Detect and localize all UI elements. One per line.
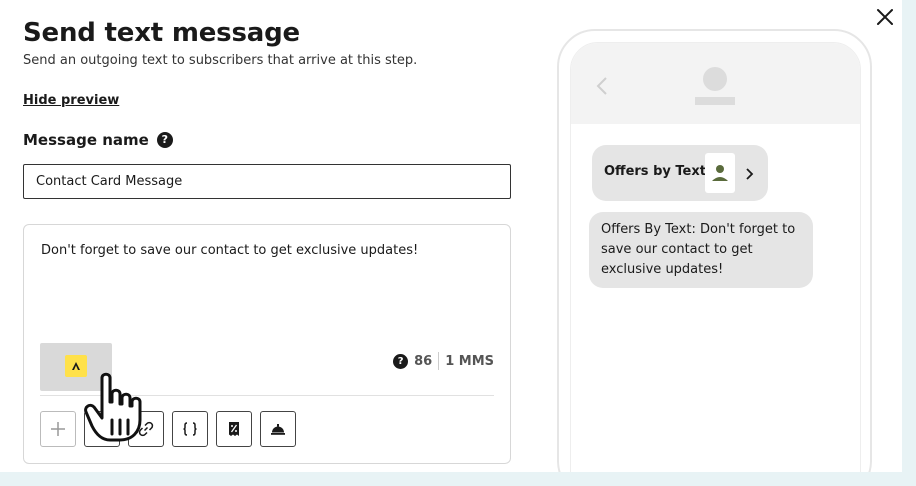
editor-toolbar [40, 411, 296, 447]
contact-card-name: Offers by Text [604, 164, 706, 179]
close-icon[interactable] [874, 6, 896, 28]
phone-header [571, 43, 860, 124]
page-subtitle: Send an outgoing text to subscribers tha… [23, 53, 418, 68]
phone-preview: Offers by Text Offers By Text: Don't for… [557, 29, 872, 472]
question-circle-icon[interactable]: ? [156, 132, 173, 148]
contact-avatar-icon [695, 67, 735, 105]
message-bubble: Offers By Text: Don't forget to save our… [589, 212, 813, 288]
add-button[interactable] [40, 411, 76, 447]
chevron-left-icon [596, 77, 607, 95]
chevron-right-icon [746, 168, 754, 180]
message-type: 1 MMS [445, 353, 494, 369]
curly-braces-icon [183, 422, 197, 436]
page-title: Send text message [23, 18, 300, 48]
contact-card[interactable]: Offers by Text [592, 145, 768, 201]
message-editor[interactable]: Don't forget to save our contact to get … [23, 224, 511, 464]
contact-card-avatar [705, 153, 735, 193]
phone-screen: Offers by Text Offers By Text: Don't for… [570, 42, 861, 472]
contact-card-logo-icon [65, 355, 87, 377]
link-button[interactable] [128, 411, 164, 447]
character-counter: ? 86 1 MMS [393, 352, 494, 370]
variables-button[interactable] [172, 411, 208, 447]
discount-tag-icon [229, 422, 239, 436]
toolbar-divider [40, 395, 494, 396]
concierge-button[interactable] [260, 411, 296, 447]
hide-preview-link[interactable]: Hide preview [23, 93, 119, 108]
concierge-bell-icon [271, 424, 285, 435]
emoji-icon [94, 421, 110, 437]
attachment-thumbnail[interactable] [40, 343, 112, 391]
link-icon [138, 421, 154, 437]
person-icon [712, 165, 728, 181]
emoji-button[interactable] [84, 411, 120, 447]
send-text-message-panel: Send text message Send an outgoing text … [0, 0, 902, 472]
message-body-text[interactable]: Don't forget to save our contact to get … [41, 243, 418, 258]
counter-divider [438, 352, 440, 370]
discount-button[interactable] [216, 411, 252, 447]
character-count: 86 [414, 353, 433, 369]
plus-icon [51, 422, 65, 436]
message-name-label: Message name [23, 131, 149, 149]
message-name-input[interactable] [23, 164, 511, 199]
message-name-label-row: Message name ? [23, 130, 173, 150]
question-circle-icon[interactable]: ? [393, 353, 409, 369]
